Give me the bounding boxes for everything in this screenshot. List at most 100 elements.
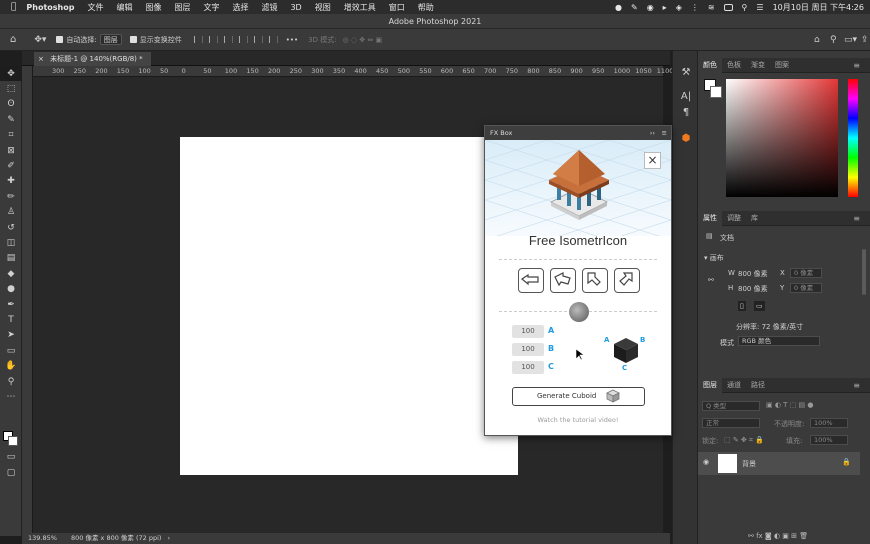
- battery-icon[interactable]: [723, 3, 733, 11]
- tutorial-video-link[interactable]: Watch the tutorial video!: [485, 416, 671, 424]
- move-icon[interactable]: ✥: [0, 66, 22, 82]
- marquee-icon[interactable]: ⬚: [0, 81, 22, 96]
- layer-filter-dropdown[interactable]: Q 类型: [702, 401, 760, 411]
- move-tool-preset-icon[interactable]: ✥▾: [34, 35, 46, 45]
- layer-row-background[interactable]: ◉ 背景 🔒: [698, 452, 860, 475]
- align-right-icon[interactable]: [223, 36, 233, 43]
- tab-channels[interactable]: 通道: [722, 380, 746, 390]
- fill-field[interactable]: 100%: [810, 435, 848, 445]
- layer-filter-icons[interactable]: ▣ ◐ T ⬚ ▤ ●: [766, 401, 813, 409]
- menu-type[interactable]: 文字: [203, 2, 219, 13]
- tab-layers[interactable]: 图层: [698, 377, 722, 393]
- tab-color[interactable]: 颜色: [698, 57, 722, 73]
- 3d-orbit-icon[interactable]: ◎ ◌ ✥ ⇔ ▣: [343, 36, 382, 44]
- panel-menu-icon[interactable]: ≡: [848, 61, 865, 70]
- tab-gradients[interactable]: 渐变: [746, 60, 770, 70]
- dimension-c-input[interactable]: 100: [512, 361, 544, 374]
- wechat-icon[interactable]: ●: [615, 3, 622, 12]
- auto-select-checkbox[interactable]: [56, 36, 64, 43]
- tab-patterns[interactable]: 图案: [770, 60, 794, 70]
- eyedropper-icon[interactable]: ✐: [0, 158, 22, 173]
- zoom-level[interactable]: 139.85%: [28, 534, 57, 542]
- dimension-b-input[interactable]: 100: [512, 343, 544, 356]
- more-tools-icon[interactable]: ⋯: [0, 389, 22, 404]
- healing-icon[interactable]: ✚: [0, 174, 22, 189]
- eraser-icon[interactable]: ◫: [0, 235, 22, 250]
- frame-icon[interactable]: ⊠: [0, 143, 22, 158]
- properties-scrollbar[interactable]: [862, 249, 866, 295]
- play-icon[interactable]: ▸: [663, 3, 667, 12]
- portrait-orientation-icon[interactable]: ▯: [738, 301, 746, 311]
- align-hcenter-icon[interactable]: [208, 36, 218, 43]
- direction-left-button[interactable]: [518, 268, 544, 293]
- pen-icon[interactable]: ✒: [0, 297, 22, 312]
- color-mode-dropdown[interactable]: RGB 颜色: [738, 336, 820, 346]
- menu-file[interactable]: 文件: [87, 2, 103, 13]
- link-dimensions-icon[interactable]: ⚯: [708, 276, 714, 284]
- generate-cuboid-button[interactable]: Generate Cuboid: [512, 387, 645, 406]
- shape-icon[interactable]: ▭: [0, 343, 22, 358]
- height-value[interactable]: 800 像素: [738, 284, 768, 294]
- blur-icon[interactable]: ◆: [0, 266, 22, 281]
- document-tab[interactable]: × 未标题-1 @ 140%(RGB/8) *: [34, 52, 151, 66]
- menu-select[interactable]: 选择: [232, 2, 248, 13]
- tab-properties[interactable]: 属性: [698, 210, 722, 226]
- direction-right-button[interactable]: [614, 268, 640, 293]
- crop-icon[interactable]: ⌗: [0, 128, 22, 143]
- workspace-icon[interactable]: ▭▾: [844, 35, 857, 45]
- panel-menu-icon[interactable]: ≡: [848, 381, 865, 390]
- panel-menu-icon[interactable]: ≡: [848, 214, 865, 223]
- x-field[interactable]: 0 像素: [790, 268, 822, 278]
- character-panel-icon[interactable]: A|: [680, 91, 692, 103]
- auto-select-dropdown[interactable]: 图层: [99, 34, 122, 45]
- quick-select-icon[interactable]: ✎: [0, 112, 22, 127]
- visibility-eye-icon[interactable]: ◉: [703, 458, 709, 466]
- search-tools-icon[interactable]: ⚲: [830, 35, 837, 45]
- lasso-icon[interactable]: ʘ: [0, 97, 22, 112]
- menu-view[interactable]: 视图: [315, 2, 331, 13]
- type-icon[interactable]: T: [0, 312, 22, 327]
- strip-tool-icon[interactable]: ⚒: [680, 67, 692, 79]
- apple-icon[interactable]: : [11, 2, 16, 12]
- menu-plugins[interactable]: 增效工具: [344, 2, 376, 13]
- edit-toolbar-icon[interactable]: ▭: [0, 449, 22, 464]
- document-canvas[interactable]: [180, 137, 518, 475]
- menu-3d[interactable]: 3D: [290, 3, 301, 12]
- close-button[interactable]: ×: [644, 152, 661, 169]
- y-field[interactable]: 0 像素: [790, 283, 822, 293]
- document-size-info[interactable]: 800 像素 x 800 像素 (72 ppi): [71, 534, 161, 542]
- control-center-icon[interactable]: ☰: [756, 3, 763, 12]
- menu-filter[interactable]: 滤镜: [261, 2, 277, 13]
- opacity-field[interactable]: 100%: [810, 418, 848, 428]
- layers-bottom-icons[interactable]: ⚯ fx ◙ ◐ ▣ ⊞ 🗑: [748, 532, 808, 540]
- search-icon[interactable]: ⚲: [742, 3, 748, 12]
- tab-paths[interactable]: 路径: [746, 380, 770, 390]
- panel-menu-icon[interactable]: ≡: [662, 126, 667, 140]
- screen-mode-icon[interactable]: ▢: [0, 465, 22, 480]
- fxbox-plugin-icon[interactable]: ⬢: [680, 133, 692, 145]
- shield-status-icon[interactable]: ◈: [676, 3, 682, 12]
- brush-icon[interactable]: ✏: [0, 189, 22, 204]
- paragraph-panel-icon[interactable]: ¶: [680, 107, 692, 119]
- background-color-swatch[interactable]: [8, 436, 18, 446]
- tab-swatches[interactable]: 色板: [722, 60, 746, 70]
- history-brush-icon[interactable]: ↺: [0, 220, 22, 235]
- align-left-icon[interactable]: [193, 36, 203, 43]
- zoom-icon[interactable]: ⚲: [0, 374, 22, 389]
- landscape-orientation-icon[interactable]: ▭: [754, 301, 765, 311]
- align-vcenter-icon[interactable]: [253, 36, 263, 43]
- home-icon[interactable]: ⌂: [10, 34, 16, 45]
- layer-name[interactable]: 背景: [742, 459, 756, 469]
- menu-app-name[interactable]: Photoshop: [26, 3, 74, 12]
- workspace-home-icon[interactable]: ⌂: [814, 35, 820, 45]
- path-select-icon[interactable]: ➤: [0, 328, 22, 343]
- share-icon[interactable]: ⇪: [861, 35, 869, 45]
- tab-adjustments[interactable]: 调整: [722, 213, 746, 223]
- dodge-icon[interactable]: ●: [0, 281, 22, 296]
- menubar-clock[interactable]: 10月10日 周日 下午4:26: [773, 2, 864, 13]
- menu-layer[interactable]: 图层: [174, 2, 190, 13]
- menu-edit[interactable]: 编辑: [116, 2, 132, 13]
- tab-libraries[interactable]: 库: [746, 213, 763, 223]
- status-arrow-icon[interactable]: ›: [168, 534, 171, 542]
- menu-status-icon[interactable]: ⋮: [691, 3, 699, 12]
